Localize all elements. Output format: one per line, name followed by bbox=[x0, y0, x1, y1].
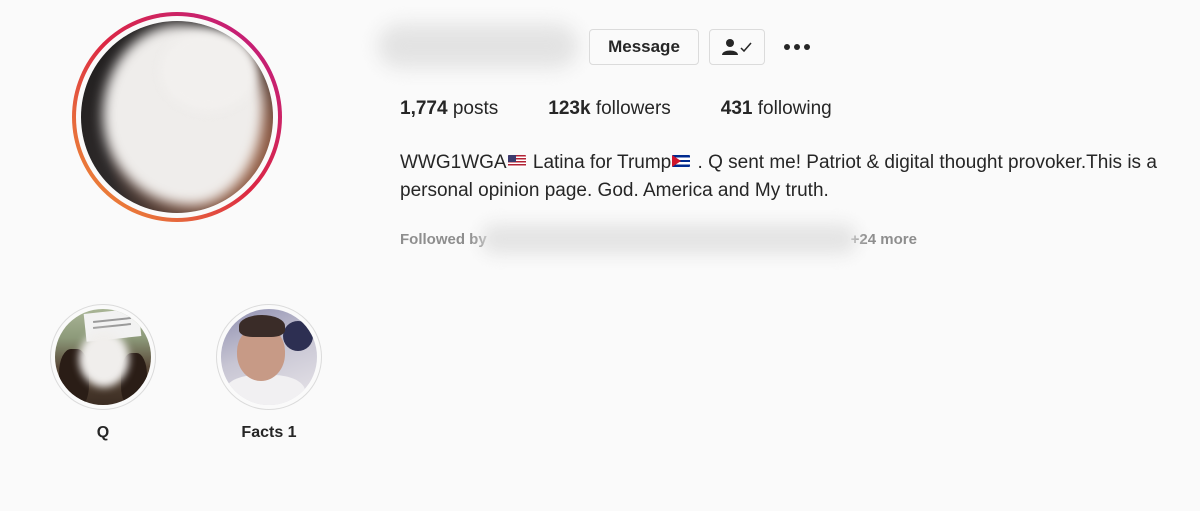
profile-bio: WWG1WGA Latina for Trump . Q sent me! Pa… bbox=[400, 149, 1190, 205]
cover-detail bbox=[239, 315, 285, 337]
following-label: following bbox=[757, 98, 832, 119]
profile-avatar[interactable] bbox=[72, 12, 282, 222]
highlight-cover-ring bbox=[50, 304, 156, 410]
dot bbox=[794, 44, 800, 50]
followers-count: 123k bbox=[548, 98, 591, 119]
us-flag-icon bbox=[507, 155, 526, 167]
profile-page: Message 1,774 posts 123k followers 431 f… bbox=[0, 0, 1200, 511]
cover-redaction bbox=[79, 331, 129, 387]
bio-part-1: WWG1WGA bbox=[400, 152, 507, 173]
avatar-image bbox=[81, 21, 273, 213]
username-redacted bbox=[378, 24, 578, 68]
posts-stat: 1,774 posts bbox=[400, 98, 498, 120]
cuba-flag-icon bbox=[672, 155, 691, 167]
avatar-redaction-2 bbox=[161, 31, 256, 111]
following-button[interactable] bbox=[709, 29, 765, 65]
highlight-q[interactable]: Q bbox=[50, 304, 156, 444]
followers-stat[interactable]: 123k followers bbox=[548, 98, 671, 120]
more-options-icon[interactable] bbox=[780, 34, 814, 60]
message-button[interactable]: Message bbox=[589, 29, 699, 65]
highlight-label: Facts 1 bbox=[241, 424, 297, 441]
followed-by-more: +24 more bbox=[850, 230, 917, 248]
avatar-border bbox=[76, 16, 278, 218]
person-check-icon bbox=[722, 39, 752, 55]
followed-by-redacted bbox=[480, 224, 857, 254]
dot bbox=[804, 44, 810, 50]
cover-detail bbox=[283, 321, 313, 351]
highlight-cover-image bbox=[55, 309, 151, 405]
highlight-cover-image bbox=[221, 309, 317, 405]
following-stat[interactable]: 431 following bbox=[721, 98, 832, 120]
posts-label: posts bbox=[452, 98, 499, 119]
bio-part-2: Latina for Trump bbox=[527, 152, 672, 173]
highlight-cover-ring bbox=[216, 304, 322, 410]
followed-by[interactable]: Followed by +24 more bbox=[400, 224, 917, 254]
highlight-facts-1[interactable]: Facts 1 bbox=[216, 304, 322, 444]
followers-label: followers bbox=[595, 98, 671, 119]
following-count: 431 bbox=[720, 98, 753, 119]
highlight-label: Q bbox=[96, 424, 110, 441]
followed-by-prefix: Followed by bbox=[400, 230, 487, 248]
profile-stats: 1,774 posts 123k followers 431 following bbox=[400, 98, 882, 120]
posts-count: 1,774 bbox=[400, 98, 448, 119]
dot bbox=[784, 44, 790, 50]
